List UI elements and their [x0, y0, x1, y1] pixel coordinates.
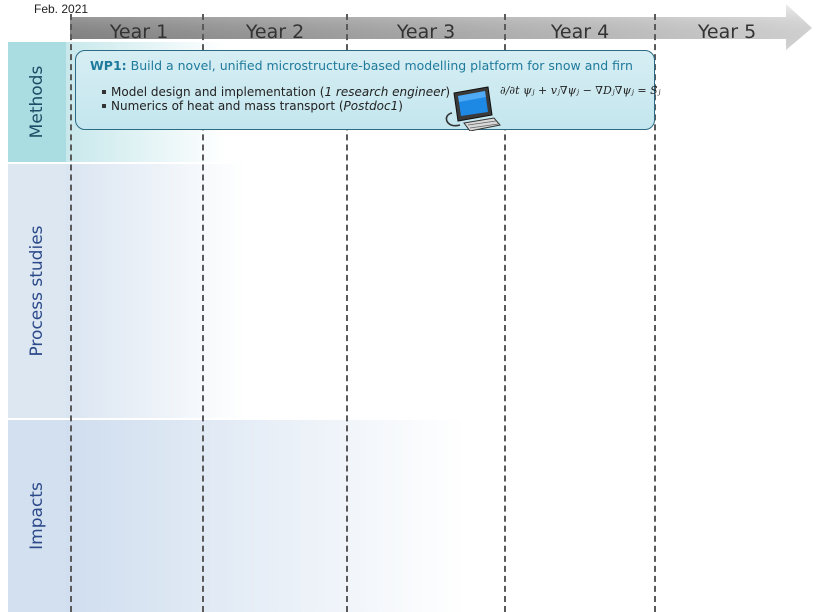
year-1-label: Year 1: [109, 21, 169, 43]
wp1-bullet-2-role: Postdoc1: [343, 99, 399, 113]
year-2-label: Year 2: [245, 21, 305, 43]
wp1-bullet-1: Model design and implementation (1 resea…: [102, 85, 450, 99]
transport-equation: ∂/∂t ψⱼ + vⱼ∇ψⱼ − ∇Dⱼ∇ψⱼ = Sⱼ: [500, 84, 661, 97]
wp1-bullet-2-end: ): [398, 99, 403, 113]
row-label-process-studies: Process studies: [27, 225, 47, 357]
wp1-title: WP1: Build a novel, unified microstructu…: [90, 58, 633, 73]
year-5-label: Year 5: [697, 21, 757, 43]
year-3-label: Year 3: [396, 21, 456, 43]
row-band-methods: Methods: [8, 42, 66, 162]
row-band-process-studies: Process studies: [8, 164, 66, 418]
row-fade-process-studies: [66, 164, 246, 418]
wp1-bullet-2: Numerics of heat and mass transport (Pos…: [102, 99, 403, 113]
row-band-impacts: Impacts: [8, 420, 66, 612]
bullet-marker: [102, 103, 106, 108]
row-fade-impacts: [66, 420, 466, 612]
bullet-marker: [102, 89, 106, 94]
row-label-impacts: Impacts: [27, 482, 47, 550]
wp1-box: WP1: Build a novel, unified microstructu…: [75, 50, 661, 132]
year-4-label: Year 4: [550, 21, 610, 43]
year-divider: [70, 14, 72, 612]
wp1-bullet-2-text: Numerics of heat and mass transport (: [111, 99, 344, 113]
wp1-title-text: Build a novel, unified microstructure-ba…: [130, 58, 633, 73]
wp1-bullet-1-text: Model design and implementation (: [111, 85, 325, 99]
computer-icon: [444, 85, 502, 132]
wp1-bullet-1-role: 1 research engineer: [324, 85, 446, 99]
row-label-methods: Methods: [27, 65, 47, 139]
wp1-id: WP1:: [90, 58, 127, 73]
